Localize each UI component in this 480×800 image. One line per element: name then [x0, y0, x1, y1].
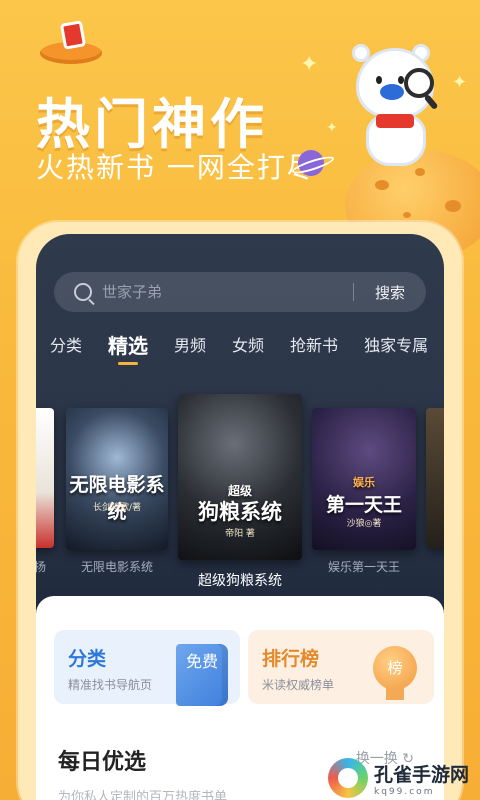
cover-title-art: 无限电影系统	[69, 474, 165, 523]
category-entry-subtitle: 精准找书导航页	[68, 678, 153, 692]
daily-picks-subtitle: 为你私人定制的百万热度书单	[58, 790, 228, 800]
peacock-logo-icon	[328, 758, 368, 798]
category-entry-title: 分类	[68, 648, 107, 670]
ranking-entry-card[interactable]: 排行榜 米读权威榜单 榜	[248, 630, 434, 704]
book-cover[interactable]: 无限电影系统 长剑鸣歌/著	[66, 408, 168, 550]
book-cover[interactable]	[36, 408, 54, 548]
sparkle-icon: ✦	[326, 120, 338, 136]
search-bar[interactable]: 搜索	[54, 272, 426, 312]
book-caption: 无限电影系统	[80, 560, 153, 574]
tab-male[interactable]: 男频	[174, 332, 206, 356]
cover-author-art: 长剑鸣歌/著	[92, 503, 142, 513]
medal-label: 榜	[373, 646, 417, 690]
mascot-bear-icon	[350, 44, 442, 168]
cover-author-art: 沙狼◎著	[346, 519, 382, 529]
search-input[interactable]	[102, 283, 353, 301]
ranking-entry-title: 排行榜	[262, 648, 320, 670]
tab-exclusive[interactable]: 独家专属	[364, 332, 428, 356]
search-icon	[74, 283, 92, 301]
watermark-site: kq99.com	[374, 786, 435, 797]
search-button[interactable]: 搜索	[354, 282, 426, 303]
book-cover-selected[interactable]: 超级 狗粮系统 帝阳 著	[178, 394, 302, 560]
watermark-name: 孔雀手游网	[374, 763, 470, 786]
cover-author-art: 帝阳 著	[225, 529, 255, 539]
book-carousel[interactable]: 无限电影系统 长剑鸣歌/著 超级 狗粮系统 帝阳 著 娱乐 第一天王 沙狼◎著 …	[36, 388, 444, 608]
book-caption: 娱乐第一天王	[327, 560, 400, 574]
cover-title-art: 第一天王	[325, 494, 402, 516]
book-caption-selected: 超级狗粮系统	[198, 573, 282, 589]
category-tabs: 分类 精选 男频 女频 抢新书 独家专属	[50, 326, 444, 365]
tab-category[interactable]: 分类	[50, 332, 82, 356]
watermark: 孔雀手游网 kq99.com	[328, 756, 480, 800]
magnifier-icon	[404, 68, 434, 98]
book-caption: 扬	[36, 560, 46, 574]
sparkle-icon: ✦	[300, 52, 319, 77]
promo-subline: 火热新书 一网全打尽	[36, 151, 317, 184]
medal-icon: 榜	[370, 642, 420, 700]
daily-picks-title: 每日优选	[58, 749, 147, 775]
tab-female[interactable]: 女频	[232, 332, 264, 356]
tab-featured[interactable]: 精选	[108, 330, 148, 365]
planet-icon	[298, 150, 324, 176]
book-coin-icon	[40, 20, 102, 64]
ranking-entry-subtitle: 米读权威榜单	[262, 678, 335, 692]
app-screen: 搜索 分类 精选 男频 女频 抢新书 独家专属 无限电影系统 长剑鸣歌/著 超级…	[36, 234, 444, 800]
free-book-icon: 免费	[176, 644, 228, 706]
category-entry-card[interactable]: 分类 精准找书导航页 免费	[54, 630, 240, 706]
sparkle-icon: ✦	[452, 72, 468, 93]
tab-new-books[interactable]: 抢新书	[290, 332, 338, 356]
cover-title-art: 狗粮系统	[198, 499, 282, 524]
book-cover[interactable]	[426, 408, 444, 548]
cover-title-art-top: 娱乐	[353, 476, 375, 489]
book-cover[interactable]: 娱乐 第一天王 沙狼◎著	[312, 408, 416, 550]
